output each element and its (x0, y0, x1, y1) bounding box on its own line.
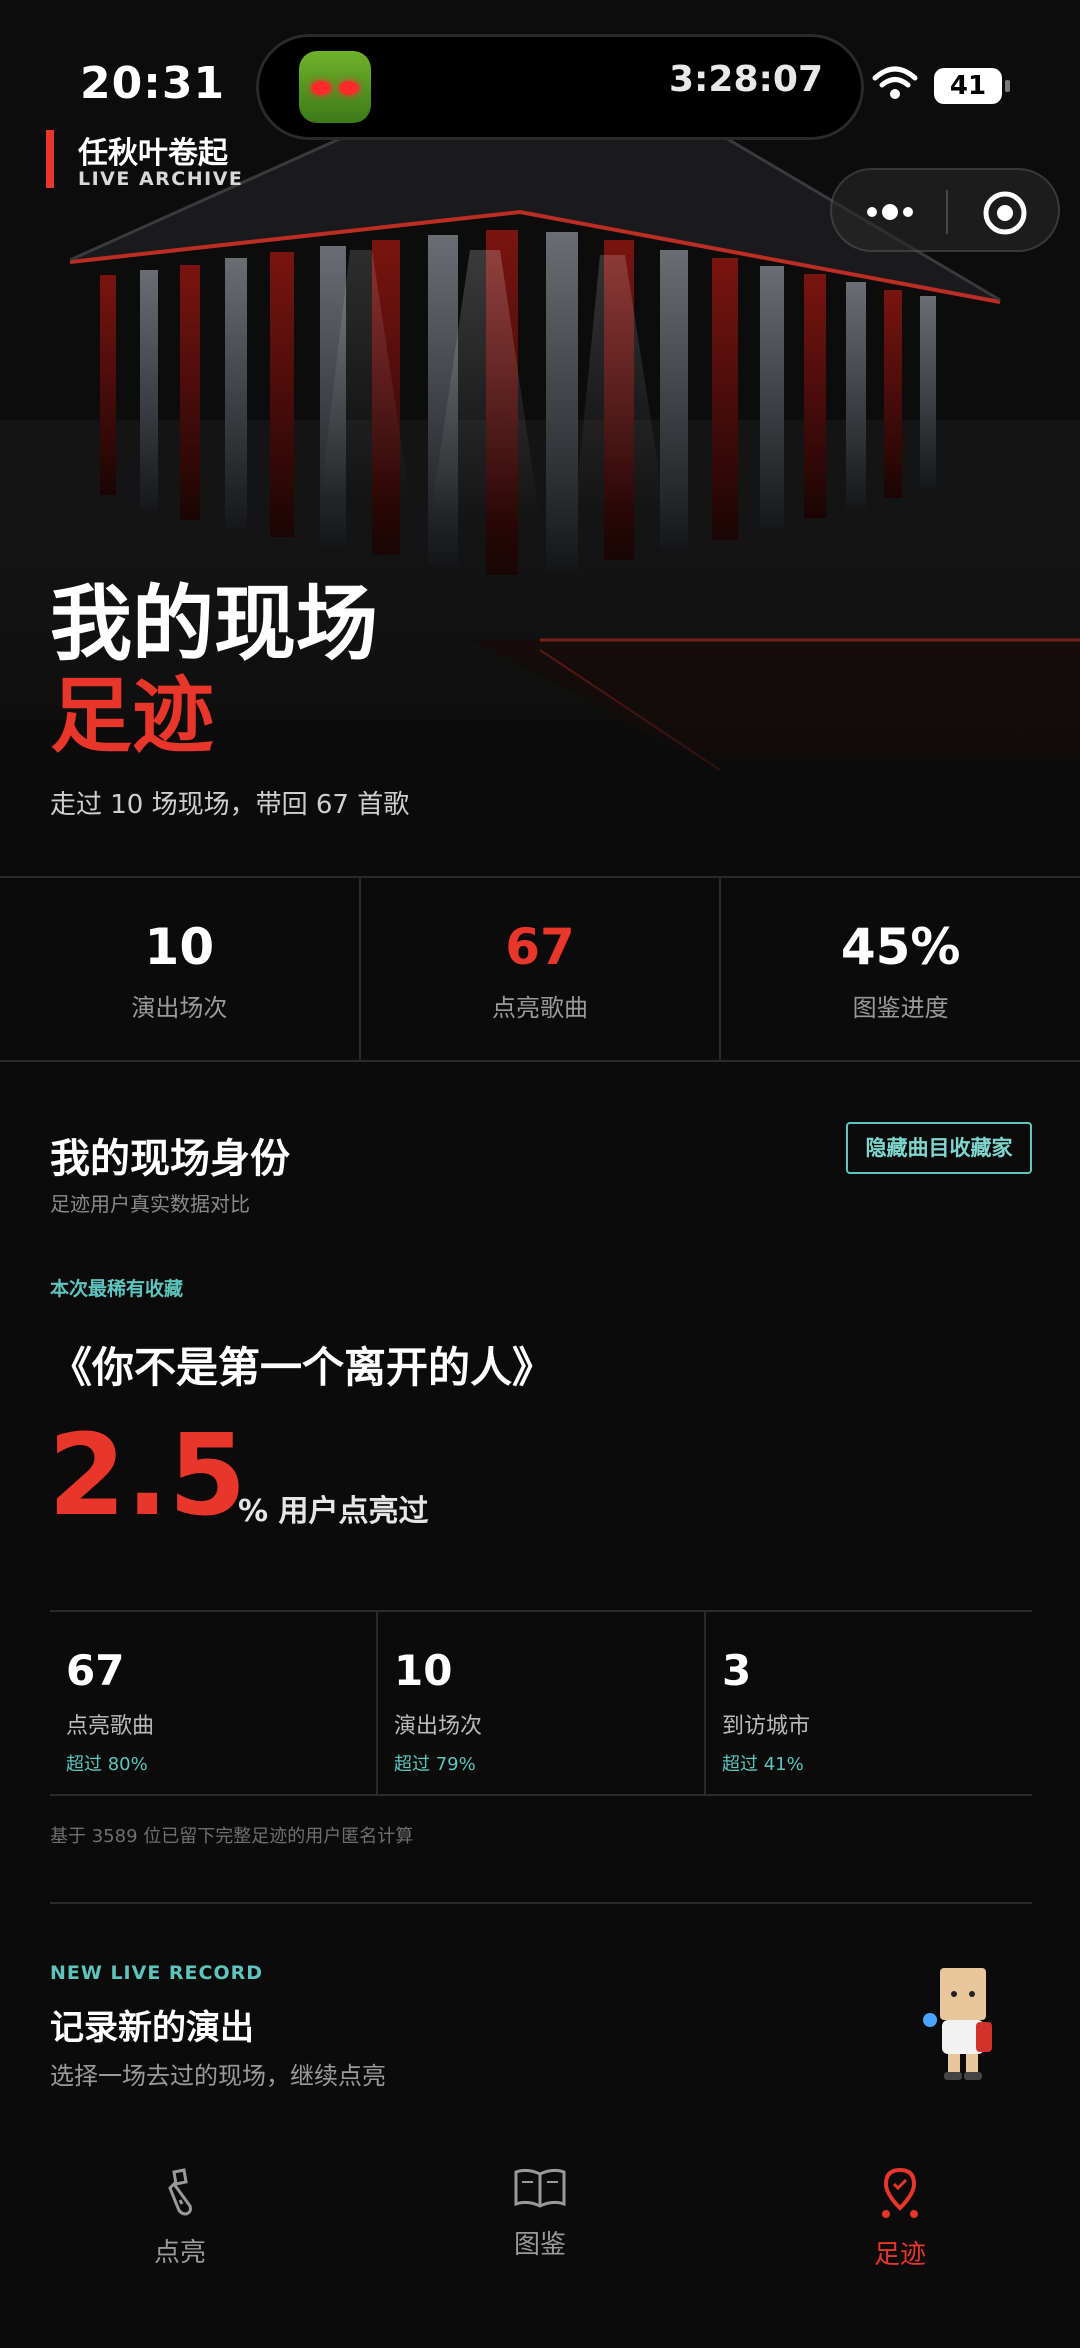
more-icon[interactable] (862, 200, 918, 224)
tab-bar: 点亮 图鉴 足迹 (0, 2120, 1080, 2348)
stat-label: 演出场次 (131, 994, 228, 1022)
dynamic-island[interactable]: 3:28:07 (256, 34, 864, 140)
comparison-over: 超过 79% (394, 1754, 476, 1775)
battery-indicator: 41 (934, 68, 1010, 104)
identity-badge[interactable]: 隐藏曲目收藏家 (846, 1122, 1032, 1174)
tab-label: 足迹 (873, 2240, 926, 2270)
comparison-value: 10 (394, 1646, 453, 1695)
comparison-grid: 67 点亮歌曲 超过 80% 10 演出场次 超过 79% 3 到访城市 超过 … (50, 1610, 1032, 1796)
brand-subtitle: LIVE ARCHIVE (78, 168, 244, 190)
hero-title-accent: 足迹 (50, 669, 215, 764)
tab-footprint[interactable]: 足迹 (790, 2140, 1010, 2270)
rare-song-title: 《你不是第一个离开的人》 (50, 1343, 555, 1392)
tab-label: 点亮 (153, 2238, 206, 2268)
hero-section: 20:31 3:28:07 41 任秋叶卷起 LIVE ARCHIVE 我的现场… (0, 0, 1080, 876)
brand-accent-bar (46, 130, 54, 188)
page: 20:31 3:28:07 41 任秋叶卷起 LIVE ARCHIVE 我的现场… (0, 0, 1080, 2348)
tab-label: 图鉴 (513, 2230, 566, 2260)
new-record-label: NEW LIVE RECORD (50, 1962, 264, 1984)
location-pin-icon (882, 2167, 918, 2218)
comparison-label: 到访城市 (722, 1714, 811, 1739)
identity-subtitle: 足迹用户真实数据对比 (50, 1192, 250, 1216)
comparison-songs: 67 点亮歌曲 超过 80% (50, 1612, 378, 1794)
brand-title: 任秋叶卷起 (78, 136, 228, 171)
comparison-over: 超过 41% (722, 1754, 804, 1775)
hero-title: 我的现场 (50, 577, 379, 672)
stat-value: 10 (144, 918, 215, 976)
new-record-title[interactable]: 记录新的演出 (50, 2000, 254, 2049)
stat-value: 45% (840, 918, 961, 976)
stat-shows[interactable]: 10 演出场次 (0, 878, 361, 1060)
light-stick-icon (168, 2168, 192, 2216)
rare-percent: 2.5 (48, 1411, 247, 1541)
comparison-value: 3 (722, 1646, 752, 1695)
close-target-icon[interactable] (982, 190, 1028, 236)
comparison-shows: 10 演出场次 超过 79% (378, 1612, 706, 1794)
status-time: 20:31 (80, 58, 226, 109)
identity-title: 我的现场身份 (50, 1136, 290, 1182)
comparison-cities: 3 到访城市 超过 41% (706, 1612, 1032, 1794)
data-footnote: 基于 3589 位已留下完整足迹的用户匿名计算 (50, 1826, 414, 1847)
stat-label: 点亮歌曲 (492, 994, 588, 1022)
rare-percent-text: % 用户点亮过 (238, 1494, 429, 1529)
app-icon[interactable] (299, 51, 371, 123)
eye-left (311, 81, 331, 95)
mascot-icon[interactable] (922, 1966, 1002, 2084)
rare-label: 本次最稀有收藏 (50, 1278, 184, 1300)
section-divider (50, 1902, 1032, 1904)
comparison-label: 演出场次 (394, 1714, 483, 1739)
wifi-icon (872, 66, 918, 99)
new-record-subtitle[interactable]: 选择一场去过的现场，继续点亮 (50, 2056, 386, 2091)
comparison-label: 点亮歌曲 (66, 1714, 155, 1739)
stats-row: 10 演出场次 67 点亮歌曲 45% 图鉴进度 (0, 876, 1080, 1062)
book-icon (514, 2168, 566, 2208)
tab-light[interactable]: 点亮 (70, 2140, 290, 2270)
miniprogram-capsule (830, 168, 1060, 252)
tab-catalog[interactable]: 图鉴 (430, 2140, 650, 2270)
stat-songs[interactable]: 67 点亮歌曲 (361, 878, 722, 1060)
stat-label: 图鉴进度 (852, 994, 949, 1022)
comparison-over: 超过 80% (66, 1754, 148, 1775)
comparison-value: 67 (66, 1646, 125, 1695)
eye-right (339, 81, 359, 95)
hero-subtitle: 走过 10 场现场，带回 67 首歌 (50, 790, 410, 820)
stat-progress[interactable]: 45% 图鉴进度 (721, 878, 1080, 1060)
island-timer: 3:28:07 (668, 59, 823, 100)
stat-value: 67 (505, 918, 575, 976)
capsule-divider (946, 190, 948, 234)
